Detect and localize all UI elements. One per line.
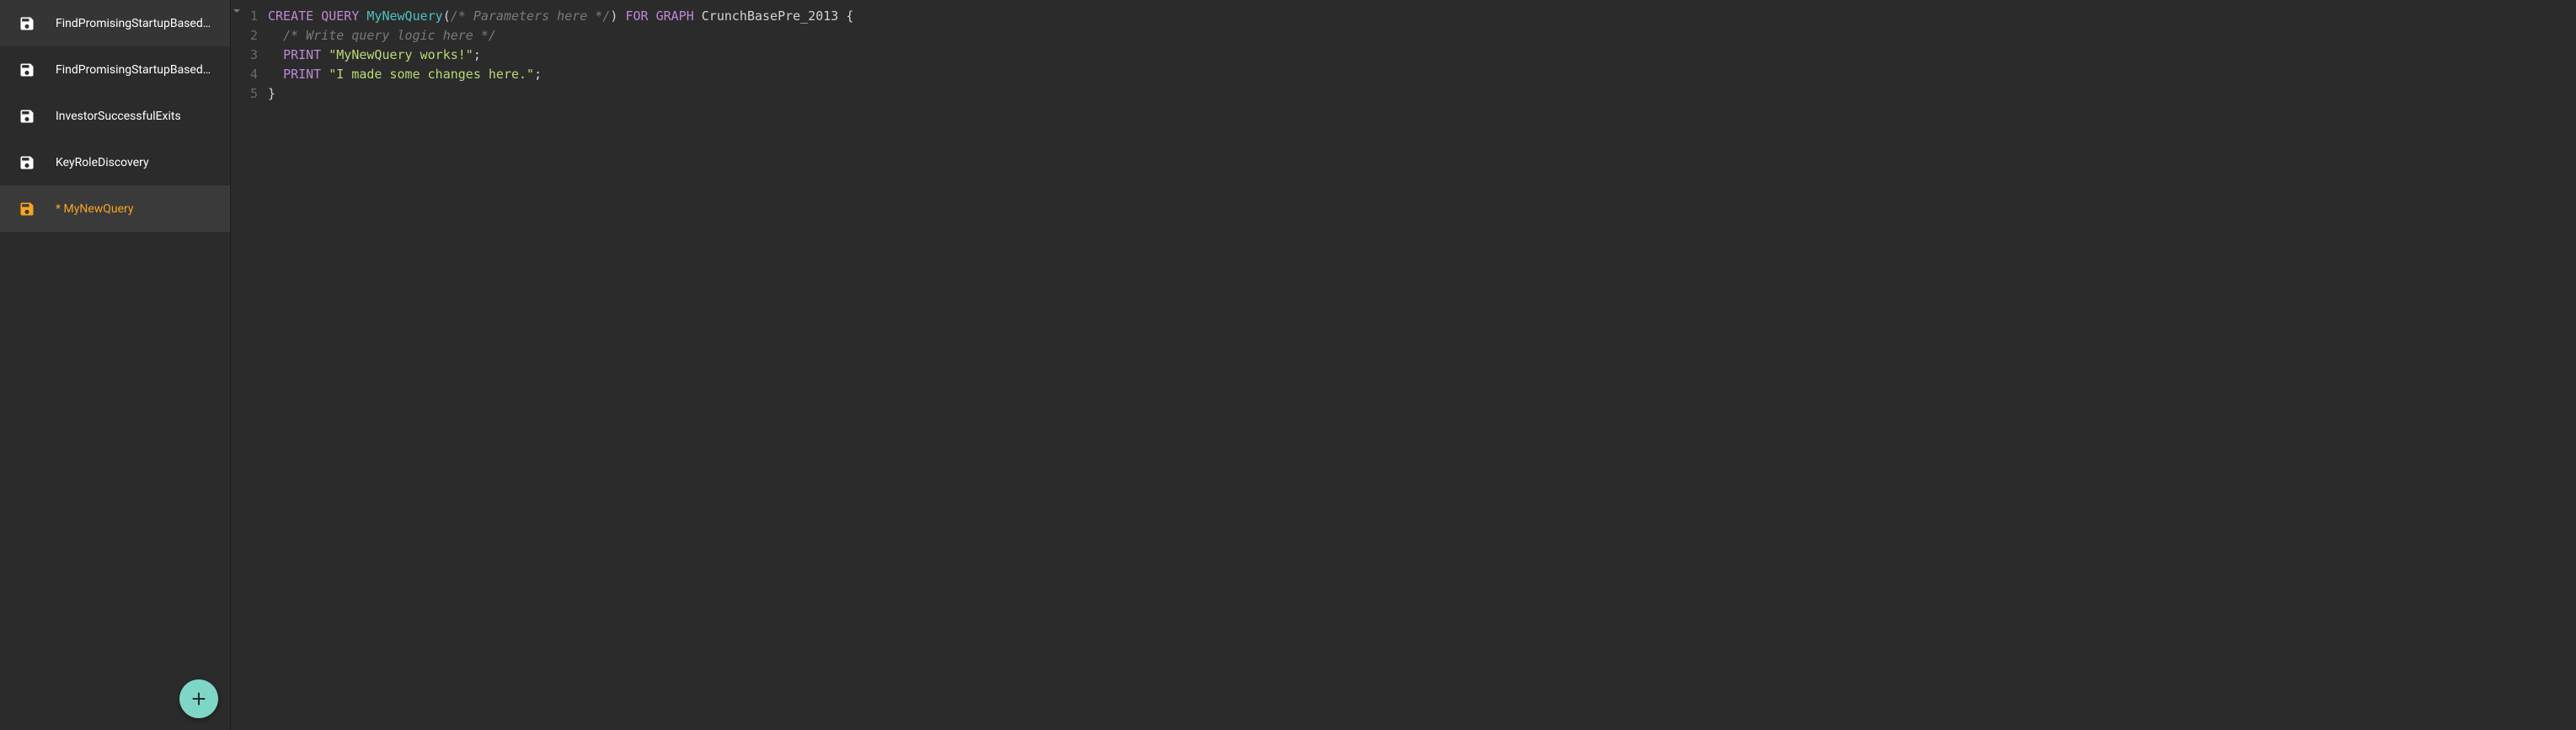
code-token: ; [534, 67, 542, 82]
code-token: FOR GRAPH [625, 8, 693, 24]
query-list: FindPromisingStartupBased… FindPromisingS… [0, 0, 230, 730]
chevron-down-icon [232, 7, 241, 15]
code-token: /* Parameters here */ [451, 8, 611, 24]
code-token: ; [473, 47, 481, 62]
query-sidebar: FindPromisingStartupBased… FindPromisingS… [0, 0, 231, 730]
code-token: ( [443, 8, 451, 24]
line-number: 4 [231, 65, 258, 84]
code-token: PRINT [283, 47, 321, 62]
code-token: CREATE QUERY [268, 8, 359, 24]
code-token: { [838, 8, 853, 24]
code-token: "MyNewQuery works!" [329, 47, 473, 62]
code-line: CREATE QUERY MyNewQuery(/* Parameters he… [268, 7, 2576, 26]
code-line: PRINT "I made some changes here."; [268, 65, 2576, 84]
app-root: FindPromisingStartupBased… FindPromisingS… [0, 0, 2576, 730]
code-line: /* Write query logic here */ [268, 26, 2576, 46]
code-token: CrunchBasePre_2013 [702, 8, 839, 24]
plus-icon [190, 690, 208, 708]
code-token [268, 67, 283, 82]
save-icon [19, 108, 35, 125]
sidebar-item-label: InvestorSuccessfulExits [56, 110, 181, 123]
code-token [321, 67, 329, 82]
code-line: PRINT "MyNewQuery works!"; [268, 46, 2576, 65]
code-token [694, 8, 702, 24]
code-content[interactable]: CREATE QUERY MyNewQuery(/* Parameters he… [268, 0, 2576, 730]
line-number: 5 [231, 84, 258, 104]
code-line: } [268, 84, 2576, 104]
sidebar-item-query[interactable]: FindPromisingStartupBased… [0, 0, 230, 46]
code-token [321, 47, 329, 62]
line-number: 3 [231, 46, 258, 65]
add-query-button[interactable] [179, 679, 218, 718]
save-icon [19, 201, 35, 217]
save-icon [19, 154, 35, 171]
line-number: 2 [231, 26, 258, 46]
sidebar-item-label: FindPromisingStartupBased… [56, 63, 211, 77]
line-number-gutter: 12345 [231, 0, 268, 730]
code-token [268, 28, 283, 43]
save-icon [19, 15, 35, 32]
sidebar-item-label: * MyNewQuery [56, 202, 134, 216]
sidebar-item-query[interactable]: InvestorSuccessfulExits [0, 93, 230, 139]
sidebar-item-label: FindPromisingStartupBased… [56, 17, 211, 30]
code-token: } [268, 86, 275, 101]
code-token: /* Write query logic here */ [283, 28, 496, 43]
code-token: "I made some changes here." [329, 67, 534, 82]
code-token: PRINT [283, 67, 321, 82]
collapse-sidebar-handle[interactable] [231, 5, 243, 17]
code-token [268, 47, 283, 62]
sidebar-item-query[interactable]: KeyRoleDiscovery [0, 139, 230, 185]
code-token: MyNewQuery [366, 8, 442, 24]
code-editor[interactable]: 12345 CREATE QUERY MyNewQuery(/* Paramet… [231, 0, 2576, 730]
sidebar-item-query[interactable]: FindPromisingStartupBased… [0, 46, 230, 93]
sidebar-item-label: KeyRoleDiscovery [56, 156, 149, 169]
save-icon [19, 62, 35, 78]
sidebar-item-query[interactable]: * MyNewQuery [0, 185, 230, 232]
